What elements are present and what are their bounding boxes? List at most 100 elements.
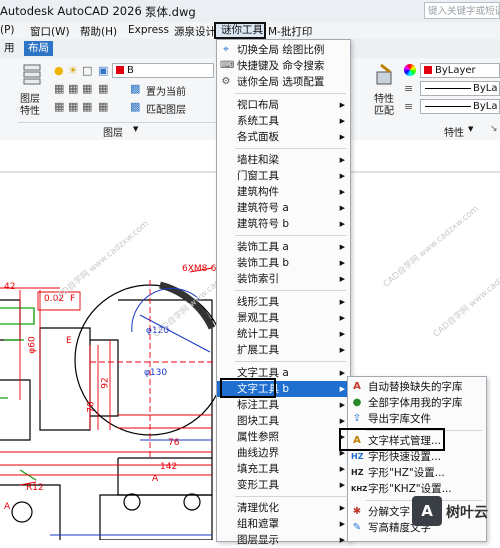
lineweight-dropdown[interactable]: ByLa — [420, 81, 500, 96]
layer-walk-icon[interactable]: ▦ — [54, 100, 66, 113]
menu-item-doors-windows[interactable]: 门窗工具 ▶ — [217, 168, 350, 184]
submenu-item-hz-setup[interactable]: HZ 字形"HZ"设置... — [348, 465, 486, 481]
dim-label: φ60 — [27, 336, 38, 354]
submenu-item-quick-font-setup[interactable]: HZ 字形快速设置... — [348, 449, 486, 465]
layer-off-icon[interactable]: ▦ — [82, 82, 94, 95]
menu-item-layer-display[interactable]: 图层显示 ▶ — [217, 532, 350, 548]
font-replace-icon: A — [353, 381, 361, 392]
color-dropdown[interactable]: ByLayer — [420, 63, 500, 78]
submenu-arrow-icon: ▶ — [339, 220, 345, 228]
linetype-dropdown[interactable]: ByLa — [420, 99, 500, 114]
menu-item-transform-tools[interactable]: 变形工具 ▶ — [217, 477, 350, 493]
menu-item-panels[interactable]: 各式面板 ▶ — [217, 129, 350, 145]
layer-freeze-icon[interactable]: ▦ — [98, 82, 110, 95]
menu-item-label: 字形"KHZ"设置... — [368, 483, 452, 495]
menu-item-label: 自动替换缺失的字库 — [368, 381, 463, 393]
menu-item-label: 变形工具 — [237, 479, 279, 491]
menu-item-express[interactable]: Express — [128, 24, 169, 36]
menu-item-shortcut-search[interactable]: ⌨ 快捷键及 命令搜索 — [217, 58, 350, 74]
match-properties-button[interactable]: 特性 匹配 — [374, 94, 394, 118]
menu-item-hatch-tools[interactable]: 填充工具 ▶ — [217, 461, 350, 477]
menu-item-help[interactable]: 帮助(H) — [80, 24, 117, 39]
menu-item-viewport-layout[interactable]: 视口布局 ▶ — [217, 97, 350, 113]
submenu-arrow-icon: ▶ — [339, 172, 345, 180]
site-logo: A 树叶云 — [412, 496, 500, 530]
menu-item-decor-tools-a[interactable]: 装饰工具 a ▶ — [217, 239, 350, 255]
menu-item-purge-optimize[interactable]: 清理优化 ▶ — [217, 500, 350, 516]
menu-item-statistics-tools[interactable]: 统计工具 ▶ — [217, 326, 350, 342]
file-title: 泵体.dwg — [145, 5, 196, 19]
dim-label: 70 — [86, 401, 97, 413]
submenu-arrow-icon: ▶ — [339, 481, 345, 489]
menu-item-window[interactable]: 窗口(W) — [30, 24, 70, 39]
submenu-item-khz-setup[interactable]: KHZ 字形"KHZ"设置... — [348, 481, 486, 497]
submenu-item-auto-replace-fonts[interactable]: A 自动替换缺失的字库 — [348, 379, 486, 395]
menu-item-block-tools[interactable]: 图块工具 ▶ — [217, 413, 350, 429]
menu-item-yuanquan[interactable]: 源泉设计 — [174, 24, 216, 39]
menu-item-dimension-tools[interactable]: 标注工具 ▶ — [217, 397, 350, 413]
set-current-button[interactable]: 置为当前 — [146, 83, 186, 98]
dim-label: 142 — [160, 462, 178, 472]
set-current-icon: ▩ — [130, 82, 141, 95]
menu-item-extension-tools[interactable]: 扩展工具 ▶ — [217, 342, 350, 358]
sun-icon[interactable]: ☀ — [68, 64, 80, 77]
menu-item-walls-columns[interactable]: 墙柱和梁 ▶ — [217, 152, 350, 168]
lightbulb-icon[interactable]: ● — [54, 64, 66, 77]
menu-item-label: 图块工具 — [237, 415, 279, 427]
viewport-icon[interactable]: ▣ — [98, 64, 110, 77]
menu-item-system-tools[interactable]: 系统工具 ▶ — [217, 113, 350, 129]
menu-item-label: 装饰索引 — [237, 273, 279, 285]
menu-item-global-options[interactable]: ⚙ 谜你全局 选项配置 — [217, 74, 350, 90]
properties-expand-icon[interactable]: ▼ — [468, 125, 473, 133]
menu-item-label: 字形快速设置... — [368, 451, 442, 463]
tab-layout[interactable]: 布局 — [24, 41, 53, 56]
menu-item-building-symbols-a[interactable]: 建筑符号 a ▶ — [217, 200, 350, 216]
match-layer-icon: ▩ — [130, 100, 141, 113]
layer-delete-icon[interactable]: ▦ — [82, 100, 94, 113]
unlock-icon[interactable]: □ — [82, 64, 94, 77]
color-value: ByLayer — [435, 65, 476, 76]
submenu-arrow-icon: ▶ — [339, 314, 345, 322]
menu-item-decor-tools-b[interactable]: 装饰工具 b ▶ — [217, 255, 350, 271]
layer-dropdown[interactable]: B — [112, 63, 214, 78]
layer-properties-button[interactable]: 图层 特性 — [20, 94, 40, 118]
menu-item-switch-scale[interactable]: ⌖ 切换全局 绘图比例 — [217, 42, 350, 58]
menu-item-attribute-xref[interactable]: 属性参照 ▶ — [217, 429, 350, 445]
menu-item-curve-boundary[interactable]: 曲线边界 ▶ — [217, 445, 350, 461]
match-layer-button[interactable]: 匹配图层 — [146, 101, 186, 116]
menu-item-decor-index[interactable]: 装饰索引 ▶ — [217, 271, 350, 287]
lineweight-value: ByLa — [473, 83, 498, 94]
menu-item-batch-print[interactable]: M-批打印 — [268, 24, 312, 39]
menu-item-miniature-tools[interactable]: 谜你工具 — [214, 22, 266, 39]
search-input[interactable]: 键入关键字或短语 — [424, 2, 500, 19]
submenu-arrow-icon: ▶ — [339, 401, 345, 409]
lineweight-icon: ≡ — [404, 82, 414, 95]
layers-panel-title[interactable]: 图层 — [103, 124, 123, 139]
menu-item-linetype-tools[interactable]: 线形工具 ▶ — [217, 294, 350, 310]
dim-label: R12 — [26, 483, 44, 493]
layer-lock-icon[interactable]: ▦ — [98, 100, 110, 113]
section-label: A — [4, 502, 11, 512]
dialog-launcher-icon[interactable]: ↘ — [490, 124, 498, 134]
tab-use[interactable]: 用 — [0, 41, 19, 56]
submenu-arrow-icon: ▶ — [339, 259, 345, 267]
menu-item-label: 墙柱和梁 — [237, 154, 279, 166]
menu-item-p[interactable]: (P) — [0, 24, 15, 36]
submenu-item-use-my-fonts[interactable]: ● 全部字体用我的字库 — [348, 395, 486, 411]
menu-item-building-symbols-b[interactable]: 建筑符号 b ▶ — [217, 216, 350, 232]
layer-merge-icon[interactable]: ▦ — [68, 100, 80, 113]
menu-separator — [235, 235, 346, 236]
menu-item-landscape-tools[interactable]: 景观工具 ▶ — [217, 310, 350, 326]
submenu-item-export-fonts[interactable]: ⇪ 导出字库文件 — [348, 411, 486, 427]
miniature-tools-menu: ⌖ 切换全局 绘图比例 ⌨ 快捷键及 命令搜索 ⚙ 谜你全局 选项配置 视口布局… — [216, 39, 351, 546]
layer-state-icon[interactable]: ▦ — [54, 82, 66, 95]
menu-item-label: 填充工具 — [237, 463, 279, 475]
keyboard-icon: ⌨ — [220, 60, 235, 71]
menu-item-building-components[interactable]: 建筑构件 ▶ — [217, 184, 350, 200]
properties-panel-title[interactable]: 特性 — [444, 124, 464, 139]
panel-expand-icon[interactable]: ▼ — [133, 125, 138, 133]
layer-iso-icon[interactable]: ▦ — [68, 82, 80, 95]
menu-item-group-mask[interactable]: 组和遮罩 ▶ — [217, 516, 350, 532]
submenu-arrow-icon: ▶ — [339, 417, 345, 425]
dim-label: 42 — [4, 282, 16, 292]
